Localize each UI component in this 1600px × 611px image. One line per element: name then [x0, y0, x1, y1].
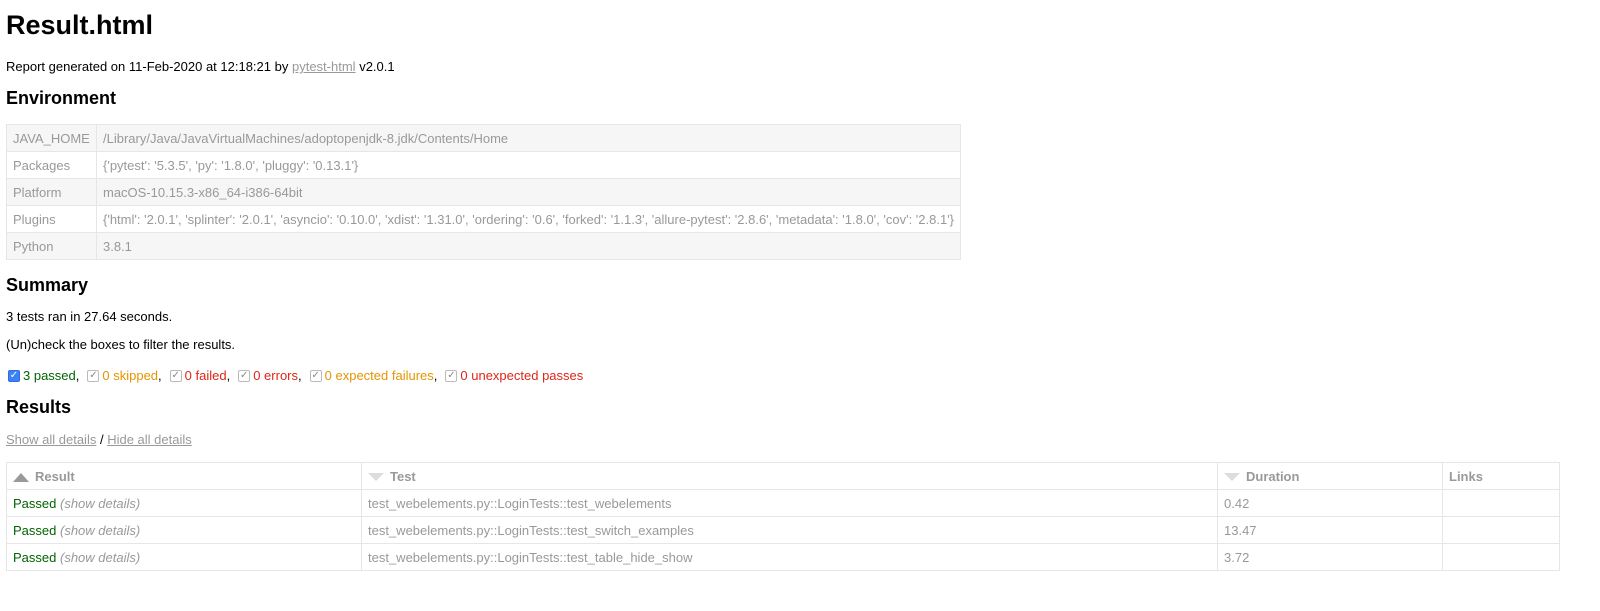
env-value: macOS-10.15.3-x86_64-i386-64bit [95, 178, 962, 206]
failed-checkbox[interactable]: ✓ [169, 369, 182, 382]
result-status: Passed [13, 495, 57, 511]
env-key: Packages [6, 151, 97, 179]
sort-ascending-icon [13, 472, 29, 482]
sort-descending-icon [1224, 473, 1240, 482]
table-row: Passed (show details) test_webelements.p… [6, 543, 1560, 571]
filter-passed[interactable]: ✓ 3 passed, [6, 368, 79, 383]
env-row: Platform macOS-10.15.3-x86_64-i386-64bit [6, 178, 962, 206]
expected-failures-checkbox[interactable]: ✓ [309, 369, 322, 382]
details-toggle: Show all details / Hide all details [6, 432, 192, 447]
env-key: JAVA_HOME [6, 124, 97, 152]
show-details-toggle[interactable]: (show details) [60, 550, 140, 565]
env-value: {'pytest': '5.3.5', 'py': '1.8.0', 'plug… [95, 151, 962, 179]
environment-heading: Environment [6, 88, 117, 108]
unexpected-passes-checkbox[interactable]: ✓ [445, 369, 458, 382]
filter-skipped[interactable]: ✓ 0 skipped, [85, 368, 162, 383]
filter-label: 0 unexpected passes [460, 368, 584, 383]
env-row: Packages {'pytest': '5.3.5', 'py': '1.8.… [6, 151, 962, 179]
test-name: test_webelements.py::LoginTests::test_we… [361, 489, 1218, 517]
tests-ran-text: 3 tests ran in 27.64 seconds. [6, 309, 173, 324]
result-filters: ✓ 3 passed, ✓ 0 skipped, ✓ 0 failed, ✓ 0… [6, 368, 589, 383]
result-cell: Passed (show details) [6, 543, 362, 571]
table-row: Passed (show details) test_webelements.p… [6, 489, 1560, 517]
test-links [1442, 543, 1560, 571]
results-heading: Results [6, 397, 72, 417]
env-row: JAVA_HOME /Library/Java/JavaVirtualMachi… [6, 124, 962, 152]
report-meta: Report generated on 11-Feb-2020 at 12:18… [6, 59, 395, 74]
table-row: Passed (show details) test_webelements.p… [6, 516, 1560, 544]
result-status: Passed [13, 522, 57, 538]
column-label: Duration [1246, 468, 1300, 484]
filter-label: 0 errors [253, 368, 299, 383]
results-header-row: Result Test Duration Links [6, 462, 1560, 490]
test-name: test_webelements.py::LoginTests::test_ta… [361, 543, 1218, 571]
filter-label: 3 passed [23, 368, 76, 383]
sort-descending-icon [368, 473, 384, 482]
show-details-toggle[interactable]: (show details) [60, 496, 140, 511]
show-all-details-link[interactable]: Show all details [6, 432, 96, 447]
column-test[interactable]: Test [361, 462, 1218, 490]
env-row: Plugins {'html': '2.0.1', 'splinter': '2… [6, 205, 962, 233]
env-row: Python 3.8.1 [6, 232, 962, 260]
hide-all-details-link[interactable]: Hide all details [107, 432, 192, 447]
results-table: Result Test Duration Links Passed (show … [6, 462, 1560, 571]
filter-label: 0 expected failures [324, 368, 434, 383]
page-title: Result.html [6, 10, 154, 40]
column-result[interactable]: Result [6, 462, 362, 490]
filter-unexpected-passes[interactable]: ✓ 0 unexpected passes [443, 368, 583, 383]
summary-heading: Summary [6, 275, 89, 295]
test-links [1442, 516, 1560, 544]
meta-version: v2.0.1 [359, 59, 395, 74]
meta-prefix: Report generated on 11-Feb-2020 at 12:18… [6, 59, 289, 74]
filter-errors[interactable]: ✓ 0 errors, [236, 368, 302, 383]
skipped-checkbox[interactable]: ✓ [87, 369, 100, 382]
column-label: Test [390, 468, 416, 484]
test-duration: 0.42 [1217, 489, 1443, 517]
show-details-toggle[interactable]: (show details) [60, 523, 140, 538]
pytest-html-link[interactable]: pytest-html [292, 59, 356, 74]
test-links [1442, 489, 1560, 517]
filter-expected-failures[interactable]: ✓ 0 expected failures, [308, 368, 437, 383]
env-key: Python [6, 232, 97, 260]
test-duration: 13.47 [1217, 516, 1443, 544]
details-divider: / [99, 432, 104, 447]
filter-failed[interactable]: ✓ 0 failed, [168, 368, 230, 383]
passed-checkbox[interactable]: ✓ [8, 369, 20, 382]
env-value: /Library/Java/JavaVirtualMachines/adopto… [95, 124, 962, 152]
result-cell: Passed (show details) [6, 489, 362, 517]
column-links: Links [1442, 462, 1560, 490]
test-duration: 3.72 [1217, 543, 1443, 571]
result-cell: Passed (show details) [6, 516, 362, 544]
env-value: 3.8.1 [95, 232, 962, 260]
filter-label: 0 skipped [102, 368, 159, 383]
env-key: Plugins [6, 205, 97, 233]
column-label: Result [35, 468, 75, 484]
env-value: {'html': '2.0.1', 'splinter': '2.0.1', '… [95, 205, 962, 233]
errors-checkbox[interactable]: ✓ [238, 369, 251, 382]
environment-table: JAVA_HOME /Library/Java/JavaVirtualMachi… [6, 124, 962, 260]
env-key: Platform [6, 178, 97, 206]
column-duration[interactable]: Duration [1217, 462, 1443, 490]
filter-label: 0 failed [184, 368, 227, 383]
test-name: test_webelements.py::LoginTests::test_sw… [361, 516, 1218, 544]
filter-hint-text: (Un)check the boxes to filter the result… [6, 337, 236, 352]
result-status: Passed [13, 549, 57, 565]
